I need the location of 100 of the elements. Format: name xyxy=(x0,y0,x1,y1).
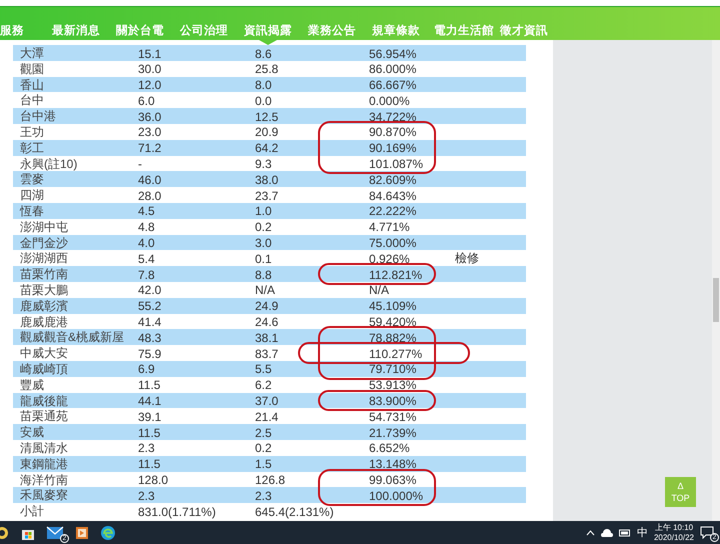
media-player-icon[interactable] xyxy=(74,524,90,540)
table-cell-text: 6.2 xyxy=(254,378,273,392)
table-cell-text: 54.731% xyxy=(368,410,418,424)
table-cell-text: 香山 xyxy=(19,76,45,94)
table-cell-text: 37.0 xyxy=(254,394,280,408)
table-cell-text: 雲麥 xyxy=(19,171,45,188)
table-cell-text: 75.9 xyxy=(137,346,162,361)
nav-item[interactable]: 關於台電 xyxy=(108,7,172,45)
subtotal-cell-text: 831.0(1.711%) xyxy=(137,504,217,519)
table-cell-text: 12.5 xyxy=(254,110,280,124)
notification-icon[interactable] xyxy=(700,526,714,539)
table-cell-text: 8.0 xyxy=(254,78,273,92)
table-cell-text: 45.109% xyxy=(368,299,418,314)
clock[interactable]: 上午 10:10 2020/10/22 xyxy=(654,522,694,542)
table-cell-text: N/A xyxy=(368,283,390,298)
table-cell-text: 海洋竹南 xyxy=(19,472,69,489)
table-cell-text: 中威大安 xyxy=(19,345,69,362)
table-cell-text: 71.2 xyxy=(137,141,162,156)
table-cell-text: 0.926% xyxy=(368,252,411,266)
table-cell-text: 苗栗大鵬 xyxy=(19,282,69,299)
table-cell-text: 21.4 xyxy=(254,410,280,424)
table-cell-text: 6.652% xyxy=(368,441,411,456)
table-cell-text: 6.0 xyxy=(137,94,156,108)
table-cell-text: 王功 xyxy=(19,124,45,141)
table-cell-text: 38.0 xyxy=(254,172,280,187)
table-cell-text: 8.8 xyxy=(254,268,273,282)
back-to-top-button[interactable]: Δ TOP xyxy=(665,477,696,507)
table-cell-text: 4.8 xyxy=(137,220,156,234)
subtotal-cell-text: 小計 xyxy=(19,503,45,520)
table-cell-text: 24.6 xyxy=(254,315,280,330)
table-cell-text: 1.0 xyxy=(254,204,273,218)
table-cell-text: 0.2 xyxy=(254,220,273,234)
table-cell-text: 6.9 xyxy=(137,362,156,376)
table-cell-text: 64.2 xyxy=(254,141,280,156)
table-cell-text: 101.087% xyxy=(368,157,424,172)
table-cell-text: 84.643% xyxy=(368,188,418,203)
table-cell-text: 36.0 xyxy=(137,110,162,124)
nav-item[interactable]: 最新消息 xyxy=(44,7,108,45)
battery-icon[interactable] xyxy=(618,528,631,536)
table-cell-text: 大潭 xyxy=(19,45,45,62)
table-cell-text: 48.3 xyxy=(137,330,162,345)
table-cell-text: 83.900% xyxy=(368,394,418,408)
browser-icon[interactable] xyxy=(100,524,116,540)
table-cell-text: 126.8 xyxy=(254,473,286,488)
table-cell-text: 澎湖中屯 xyxy=(19,218,69,236)
table-cell-text: 46.0 xyxy=(137,172,162,187)
mail-icon[interactable] xyxy=(46,526,64,540)
table-cell-text: 彰工 xyxy=(19,140,45,157)
table-cell-text: 1.5 xyxy=(254,457,273,472)
table-cell-text: 11.5 xyxy=(137,426,162,440)
table-cell-text: 8.6 xyxy=(254,46,273,60)
subtotal-cell-text: 645.4(2.131%) xyxy=(254,504,335,519)
table-cell-text: 5.4 xyxy=(137,252,156,266)
table-cell-text: 13.148% xyxy=(368,457,418,472)
table-cell-text: 金門金沙 xyxy=(19,234,69,252)
table-cell-text: 39.1 xyxy=(137,410,162,424)
table-cell-text: 崎威崎頂 xyxy=(19,360,69,378)
table-cell-text: 24.9 xyxy=(254,299,280,314)
table-cell-text: 90.169% xyxy=(368,141,418,156)
table-cell-text: 0.0 xyxy=(254,94,273,108)
table-cell-text: 9.3 xyxy=(254,157,273,172)
table-cell-text: 100.000% xyxy=(368,488,424,503)
table-cell-text: 66.667% xyxy=(368,78,418,92)
table-cell-text: 30.0 xyxy=(137,62,162,76)
scrollbar-thumb[interactable] xyxy=(713,278,719,322)
table-cell-text: 安威 xyxy=(19,424,45,442)
table-cell-text: 44.1 xyxy=(137,394,162,408)
table-cell-text: 禾風麥寮 xyxy=(19,487,69,504)
table-cell-text: 2.5 xyxy=(254,426,273,440)
table-cell-text: 12.0 xyxy=(137,78,162,92)
nav-item[interactable]: 服務 xyxy=(0,7,44,45)
input-method-indicator[interactable]: 中 xyxy=(636,525,648,540)
table-cell-text: 23.7 xyxy=(254,188,280,203)
nav-item[interactable]: 徵才資訊 xyxy=(492,7,556,45)
table-cell-text: 豐威 xyxy=(19,376,45,394)
table-cell-text: 四湖 xyxy=(19,187,45,204)
table-cell-text: 34.722% xyxy=(368,110,418,124)
chevron-up-icon[interactable] xyxy=(586,530,595,536)
cloud-icon[interactable] xyxy=(600,528,613,536)
table-cell-text: 56.954% xyxy=(368,46,418,60)
table-cell-text: 78.882% xyxy=(368,330,418,345)
table-cell-text: 53.913% xyxy=(368,378,418,392)
nav-item[interactable]: 業務公告 xyxy=(300,7,364,45)
table-cell-text: 清風清水 xyxy=(19,440,69,457)
table-cell-text: 2.3 xyxy=(137,488,156,503)
nav-item[interactable]: 規章條款 xyxy=(364,7,428,45)
table-cell-text: 東鋼龍港 xyxy=(19,456,69,473)
nav-item[interactable]: 電力生活館 xyxy=(428,7,492,45)
table-cell-text: 鹿威鹿港 xyxy=(19,314,69,331)
table-cell-text: 79.710% xyxy=(368,362,418,376)
table-cell-text: 永興(註10) xyxy=(19,156,78,173)
table-cell-text: 台中港 xyxy=(19,108,57,126)
table-cell-text: 鹿威彰濱 xyxy=(19,298,69,315)
nav-item[interactable]: 公司治理 xyxy=(172,7,236,45)
table-cell-text: N/A xyxy=(254,283,276,298)
table-cell-text: 110.277% xyxy=(368,346,424,361)
table-cell-text: 4.771% xyxy=(368,220,411,234)
table-cell-text: 90.870% xyxy=(368,125,418,140)
table-cell-text: 59.420% xyxy=(368,315,418,330)
table-cell-text: 11.5 xyxy=(137,457,162,472)
